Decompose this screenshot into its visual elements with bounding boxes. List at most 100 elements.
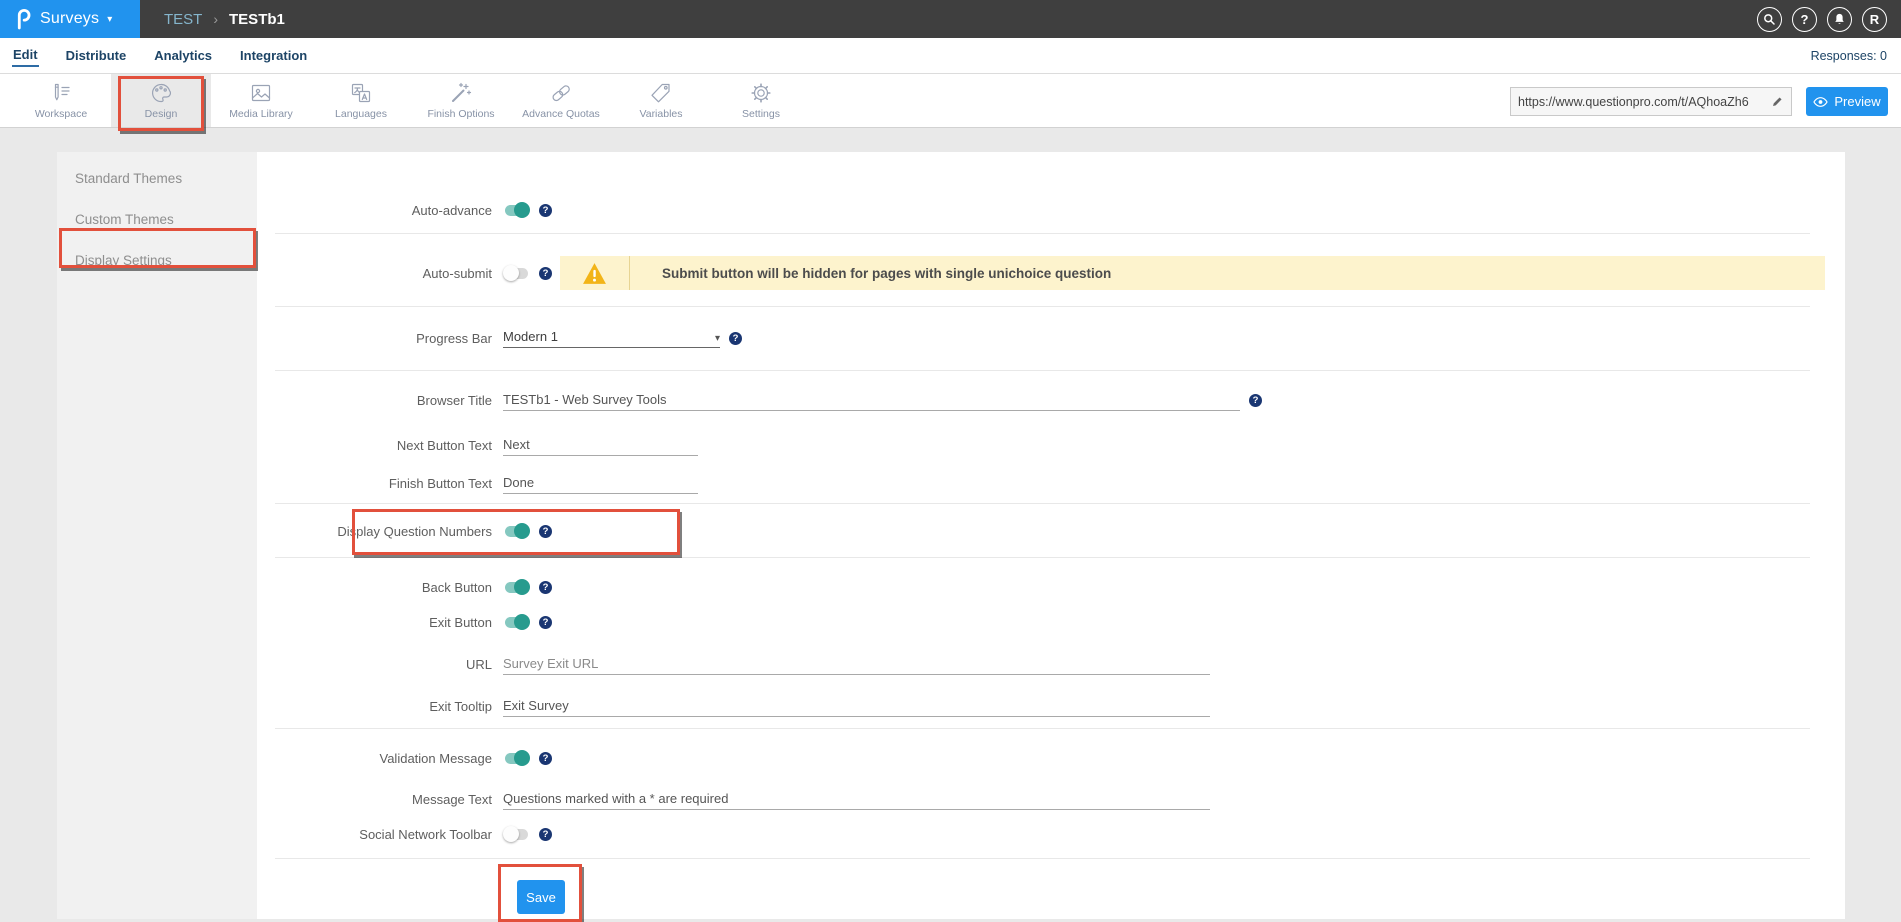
back-button-row: Back Button ? [257,575,1845,599]
surveys-menu-label: Surveys [40,10,99,28]
exit-url-input[interactable] [503,654,1210,675]
chevron-down-icon: ▾ [715,333,720,344]
toolbar-item-label: Variables [640,108,683,120]
workspace-icon [49,81,73,105]
next-button-text-input[interactable] [503,435,698,456]
progress-bar-row: Progress Bar Modern 1 ▾ ? [257,326,1845,350]
toolbar-item-finish-options[interactable]: Finish Options [411,74,511,127]
surveys-menu[interactable]: Surveys ▾ [0,0,140,38]
toolbar-item-settings[interactable]: Settings [711,74,811,127]
auto-submit-row: Auto-submit ? Submit button will be hidd… [257,256,1845,290]
auto-submit-warning: Submit button will be hidden for pages w… [560,256,1825,290]
finish-button-text-row: Finish Button Text [257,471,1845,495]
breadcrumb-current: TESTb1 [229,11,285,28]
design-palette-icon [149,81,173,105]
divider [275,557,1810,558]
languages-icon [349,81,373,105]
toolbar-item-label: Languages [335,108,387,120]
warning-triangle-icon [560,256,630,290]
sidebar-item-custom-themes[interactable]: Custom Themes [57,199,257,240]
help-icon[interactable]: ? [1249,394,1262,407]
browser-title-input[interactable] [503,390,1240,411]
social-network-toolbar-label: Social Network Toolbar [257,827,492,842]
tag-icon [649,81,673,105]
tab-edit[interactable]: Edit [12,44,39,67]
message-text-input[interactable] [503,789,1210,810]
help-icon[interactable]: ? [539,267,552,280]
display-question-numbers-toggle[interactable] [505,526,528,537]
toolbar-item-advance-quotas[interactable]: Advance Quotas [511,74,611,127]
toolbar-item-variables[interactable]: Variables [611,74,711,127]
toolbar-item-design[interactable]: Design [111,74,211,127]
display-question-numbers-label: Display Question Numbers [257,524,492,539]
toolbar-item-label: Workspace [35,108,87,120]
auto-submit-label: Auto-submit [257,266,492,281]
help-icon[interactable]: ? [729,332,742,345]
social-network-toolbar-toggle[interactable] [505,829,528,840]
help-icon[interactable]: ? [539,828,552,841]
tab-distribute[interactable]: Distribute [65,45,128,66]
toolbar-item-label: Design [145,108,178,120]
search-icon[interactable] [1757,7,1782,32]
toolbar-item-media-library[interactable]: Media Library [211,74,311,127]
validation-message-row: Validation Message ? [257,746,1845,770]
save-button[interactable]: Save [517,880,565,914]
sidebar-item-standard-themes[interactable]: Standard Themes [57,158,257,199]
preview-button-label: Preview [1834,94,1880,109]
divider [275,503,1810,504]
finish-button-text-label: Finish Button Text [257,476,492,491]
browser-title-row: Browser Title ? [257,388,1845,412]
edit-link-pencil-icon[interactable] [1771,95,1784,108]
tab-integration[interactable]: Integration [239,45,308,66]
exit-tooltip-label: Exit Tooltip [257,699,492,714]
preview-button[interactable]: Preview [1806,87,1888,116]
chain-link-icon [549,81,573,105]
divider [275,370,1810,371]
help-icon[interactable]: ? [539,616,552,629]
auto-submit-toggle[interactable] [505,268,528,279]
back-button-label: Back Button [257,580,492,595]
help-icon[interactable]: ? [539,752,552,765]
eye-icon [1813,96,1828,108]
divider [275,306,1810,307]
sidebar-item-display-settings[interactable]: Display Settings [57,240,257,281]
design-sidebar: Standard Themes Custom Themes Display Se… [57,152,257,919]
progress-bar-selected-value: Modern 1 [503,329,558,344]
back-button-toggle[interactable] [505,582,528,593]
gear-icon [749,81,773,105]
message-text-row: Message Text [257,787,1845,811]
help-icon[interactable]: ? [539,204,552,217]
exit-button-toggle[interactable] [505,617,528,628]
toolbar-item-languages[interactable]: Languages [311,74,411,127]
survey-link-box [1510,87,1792,116]
divider [275,233,1810,234]
toolbar-item-workspace[interactable]: Workspace [11,74,111,127]
help-icon[interactable]: ? [539,525,552,538]
section-tabs: Edit Distribute Analytics Integration Re… [0,38,1901,73]
progress-bar-label: Progress Bar [257,331,492,346]
notifications-bell-icon[interactable] [1827,7,1852,32]
progress-bar-select[interactable]: Modern 1 ▾ [503,329,720,348]
toolbar-item-label: Finish Options [427,108,494,120]
exit-tooltip-input[interactable] [503,696,1210,717]
chevron-down-icon: ▾ [107,14,112,25]
next-button-text-row: Next Button Text [257,433,1845,457]
breadcrumb: TEST › TESTb1 [164,11,285,28]
top-header-bar: Surveys ▾ TEST › TESTb1 ? R [0,0,1901,38]
help-icon[interactable]: ? [1792,7,1817,32]
breadcrumb-parent[interactable]: TEST [164,11,202,28]
tab-analytics[interactable]: Analytics [153,45,213,66]
exit-button-row: Exit Button ? [257,610,1845,634]
finish-button-text-input[interactable] [503,473,698,494]
divider [275,858,1810,859]
avatar[interactable]: R [1862,7,1887,32]
survey-link-input[interactable] [1518,95,1766,109]
validation-message-toggle[interactable] [505,753,528,764]
help-icon[interactable]: ? [539,581,552,594]
exit-url-label: URL [257,657,492,672]
header-actions: ? R [1757,7,1901,32]
divider [275,728,1810,729]
display-question-numbers-row: Display Question Numbers ? [257,519,1845,543]
validation-message-label: Validation Message [257,751,492,766]
auto-advance-toggle[interactable] [505,205,528,216]
